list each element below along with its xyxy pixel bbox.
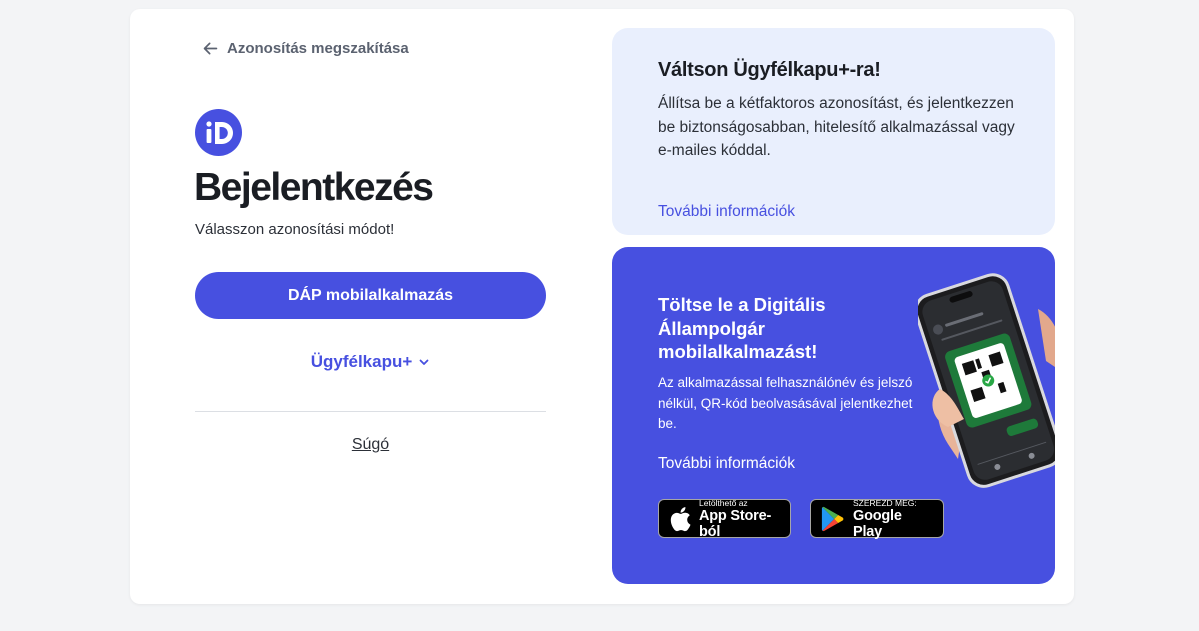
divider — [195, 411, 546, 412]
apple-icon — [670, 506, 691, 531]
dap-mobile-app-button[interactable]: DÁP mobilalkalmazás — [195, 272, 546, 319]
id-logo — [195, 109, 242, 156]
app-store-text: Letölthető az App Store-ból — [699, 498, 780, 540]
info-panel-more-link[interactable]: További információk — [658, 203, 795, 221]
id-logo-mark — [205, 120, 233, 144]
google-play-button[interactable]: SZEREZD MEG: Google Play — [810, 498, 944, 540]
chevron-down-icon — [419, 359, 429, 365]
info-panel-title: Váltson Ügyfélkapu+-ra! — [658, 59, 881, 81]
google-play-icon — [821, 506, 844, 531]
login-card: Azonosítás megszakítása Bejelentkezés Vá… — [130, 9, 1074, 604]
phone-illustration — [914, 269, 1055, 489]
ugyfelkapu-dropdown-label: Ügyfélkapu+ — [310, 352, 413, 371]
dap-promo-panel: Töltse le a Digitális Állampolgár mobila… — [612, 247, 1055, 584]
page-subtitle: Válasszon azonosítási módot! — [195, 221, 395, 238]
app-store-big-text: App Store-ból — [699, 507, 772, 540]
page-title: Bejelentkezés — [194, 166, 434, 209]
app-store-button[interactable]: Letölthető az App Store-ból — [658, 498, 791, 540]
google-play-small-text: SZEREZD MEG: — [853, 497, 917, 508]
promo-panel-title: Töltse le a Digitális Állampolgár mobila… — [658, 294, 826, 362]
help-link[interactable]: Súgó — [195, 436, 546, 454]
ugyfelkapu-info-panel: Váltson Ügyfélkapu+-ra! Állítsa be a két… — [612, 28, 1055, 235]
info-panel-text: Állítsa be a kétfaktoros azonosítást, és… — [658, 95, 1015, 159]
google-play-text: SZEREZD MEG: Google Play — [853, 498, 933, 540]
promo-panel-text: Az alkalmazással felhasználónév és jelsz… — [658, 375, 913, 431]
ugyfelkapu-dropdown[interactable]: Ügyfélkapu+ — [195, 352, 546, 372]
cancel-authentication-label: Azonosítás megszakítása — [227, 40, 409, 57]
app-store-small-text: Letölthető az — [699, 497, 748, 508]
arrow-left-icon — [203, 42, 218, 55]
promo-panel-more-link[interactable]: További információk — [658, 455, 795, 473]
cancel-authentication-link[interactable]: Azonosítás megszakítása — [202, 40, 409, 57]
google-play-big-text: Google Play — [853, 507, 902, 540]
